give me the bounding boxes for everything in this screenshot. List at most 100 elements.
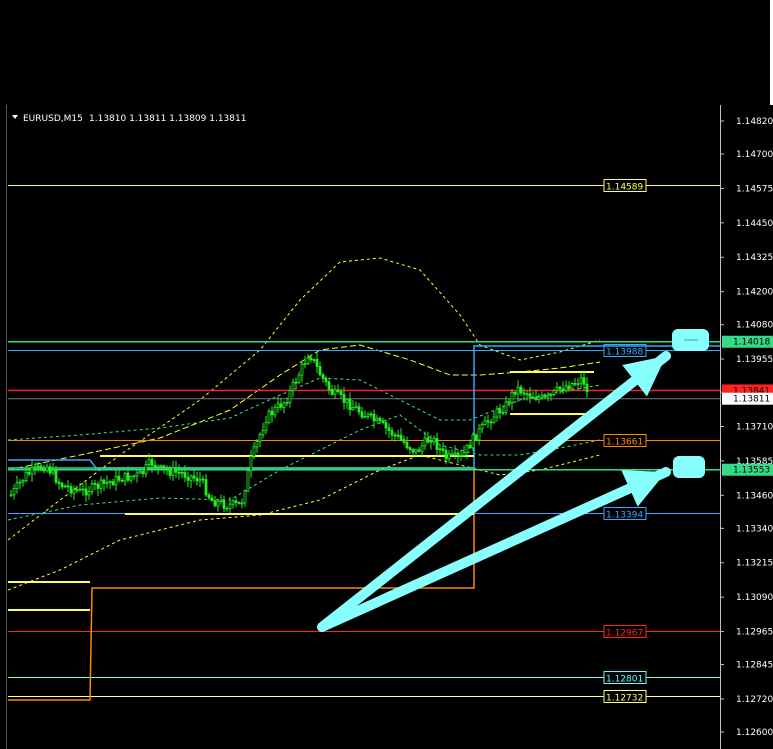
candle-body: [381, 420, 385, 424]
candle-body: [489, 421, 493, 424]
ohlc-readout: 1.13810 1.13811 1.13809 1.13811: [89, 114, 246, 124]
candle-body: [468, 444, 472, 449]
candle-body: [414, 449, 418, 453]
plot-area[interactable]: [0, 105, 720, 749]
candle-body: [360, 411, 364, 418]
candle-body: [81, 488, 85, 491]
candle-body: [426, 437, 430, 443]
candle-body: [567, 385, 571, 390]
candle-body: [297, 374, 301, 383]
price-tick-label: 1.14575: [736, 184, 773, 194]
candle-body: [129, 476, 133, 481]
candle-body: [54, 469, 58, 483]
candle-body: [228, 503, 232, 509]
symbol-label: EURUSD,M15: [23, 114, 83, 124]
price-chart[interactable]: 1.14589 1.13988 1.13661 1.13394 1.12967 1.128…: [0, 0, 773, 749]
candle-body: [237, 502, 241, 504]
candle-body: [255, 441, 259, 448]
candle-body: [108, 481, 112, 483]
candle-body: [369, 413, 373, 416]
price-tick-label: 1.13710: [736, 423, 773, 433]
candle-body: [549, 393, 553, 396]
candle-body: [459, 455, 463, 457]
candle-body: [276, 403, 280, 409]
candle-body: [270, 410, 274, 416]
candle-body: [561, 388, 565, 392]
candle-body: [33, 466, 37, 469]
price-tick-label: 1.13340: [736, 524, 773, 534]
candle-body: [573, 383, 577, 385]
candle-body: [216, 500, 220, 507]
candle-body: [351, 406, 355, 411]
level-tag-label: 1.13988: [606, 348, 643, 358]
candle-body: [90, 482, 94, 493]
candle-body: [45, 466, 49, 472]
candle-body: [258, 434, 262, 443]
candle-body: [120, 479, 124, 482]
candle-body: [30, 467, 34, 475]
price-tick-label: 1.12600: [736, 728, 773, 738]
candle-body: [39, 465, 43, 470]
candle-body: [42, 468, 46, 472]
price-tick-label: 1.14325: [736, 253, 773, 263]
candle-body: [528, 393, 532, 398]
candle-body: [420, 445, 424, 452]
candle-body: [483, 420, 487, 425]
candle-body: [105, 482, 109, 484]
candle-body: [465, 444, 469, 453]
candle-body: [18, 481, 22, 484]
candle-body: [558, 386, 562, 390]
candle-body: [189, 475, 193, 481]
candle-body: [417, 449, 421, 452]
level-tag-label: 1.12801: [606, 675, 643, 685]
candle-body: [177, 471, 181, 474]
candle-body: [144, 464, 148, 475]
candle-body: [399, 434, 403, 441]
candle-body: [342, 394, 346, 403]
candle-body: [474, 434, 478, 441]
level-tag-label: 1.12732: [606, 694, 643, 704]
candle-body: [147, 459, 151, 465]
candle-body: [273, 407, 277, 416]
candle-body: [9, 494, 13, 497]
candle-body: [234, 500, 238, 503]
candle-body: [345, 398, 349, 403]
candle-body: [318, 366, 322, 376]
candle-body: [141, 471, 145, 475]
candle-body: [525, 393, 529, 396]
candle-body: [75, 489, 79, 491]
candle-body: [15, 482, 19, 489]
candle-body: [444, 450, 448, 460]
candle-body: [267, 410, 271, 423]
candle-body: [462, 451, 466, 456]
candle-body: [168, 469, 172, 476]
candle-body: [123, 472, 127, 482]
candle-body: [555, 386, 559, 391]
candle-body: [99, 479, 103, 489]
candle-body: [207, 494, 211, 499]
candle-body: [540, 394, 544, 398]
candle-body: [432, 438, 436, 443]
candle-body: [261, 429, 265, 436]
candle-body: [477, 428, 481, 441]
candle-body: [339, 391, 343, 395]
candle-body: [423, 437, 427, 447]
candle-body: [486, 420, 490, 423]
candle-body: [309, 357, 313, 361]
candle-body: [552, 389, 556, 395]
candle-body: [408, 447, 412, 450]
candle-body: [294, 381, 298, 384]
candle-body: [192, 475, 196, 479]
candle-body: [519, 386, 523, 394]
candle-body: [72, 489, 76, 494]
level-tag-label: 1.14589: [606, 183, 643, 193]
candle-body: [534, 397, 538, 400]
candle-body: [456, 452, 460, 456]
candle-body: [186, 476, 190, 481]
candle-body: [495, 408, 499, 418]
candle-body: [384, 422, 388, 429]
candle-body: [492, 416, 496, 423]
candle-body: [324, 377, 328, 383]
candle-body: [135, 472, 139, 477]
candle-body: [51, 469, 55, 474]
